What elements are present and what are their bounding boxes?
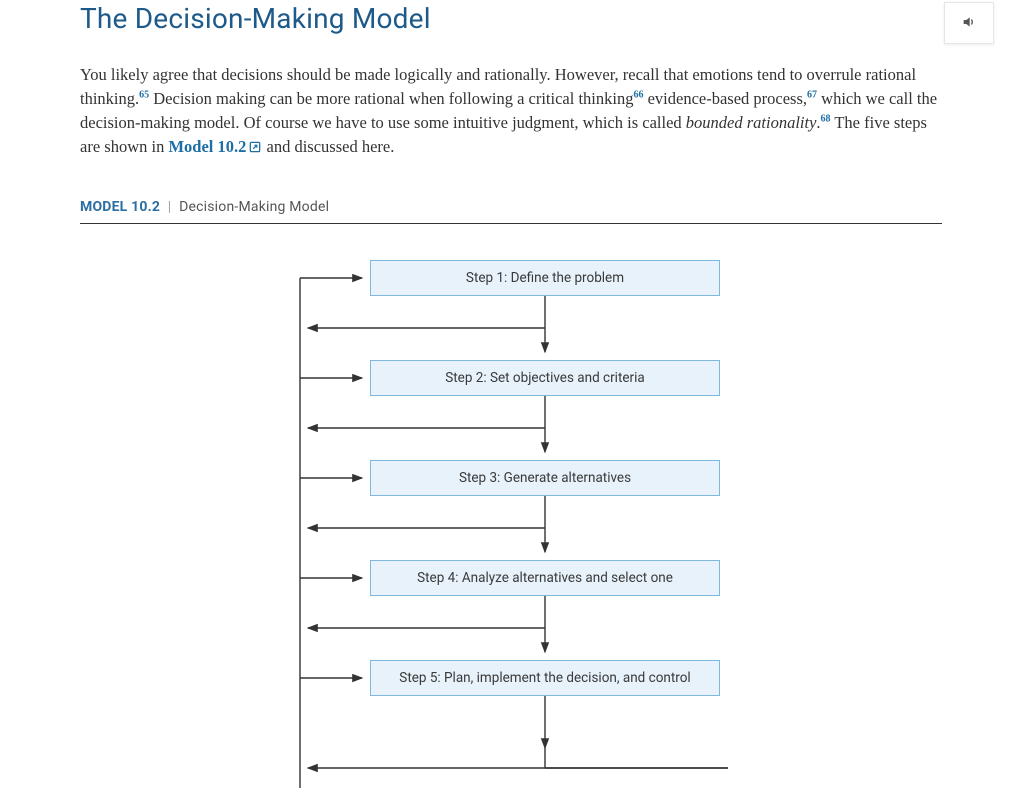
figure-label: MODEL 10.2 (80, 199, 160, 215)
footnote-ref-68[interactable]: 68 (821, 114, 831, 125)
decision-model-diagram: Step 1: Define the problem Step 2: Set o… (80, 250, 942, 810)
step-label: Step 5: Plan, implement the decision, an… (399, 670, 690, 686)
content-column: The Decision-Making Model You likely agr… (80, 0, 942, 810)
volume-icon (961, 14, 977, 33)
page-title: The Decision-Making Model (80, 2, 942, 35)
step-label: Step 1: Define the problem (466, 270, 624, 286)
step-label: Step 2: Set objectives and criteria (445, 370, 645, 386)
open-new-icon[interactable] (248, 137, 262, 161)
footnote-ref-67[interactable]: 67 (807, 90, 817, 101)
audio-button[interactable] (944, 2, 994, 44)
para-text: evidence-based process, (643, 89, 807, 108)
page: The Decision-Making Model You likely agr… (0, 0, 1024, 761)
step-box-2: Step 2: Set objectives and criteria (370, 360, 720, 396)
para-text: Decision making can be more rational whe… (149, 89, 633, 108)
model-link[interactable]: Model 10.2 (168, 137, 246, 156)
figure-separator: | (168, 199, 172, 215)
intro-paragraph: You likely agree that decisions should b… (80, 63, 940, 161)
para-text: and discussed here. (262, 137, 394, 156)
step-box-3: Step 3: Generate alternatives (370, 460, 720, 496)
step-box-4: Step 4: Analyze alternatives and select … (370, 560, 720, 596)
step-label: Step 4: Analyze alternatives and select … (417, 570, 673, 586)
diagram-connectors-svg (80, 250, 942, 810)
footnote-ref-66[interactable]: 66 (633, 90, 643, 101)
step-box-5: Step 5: Plan, implement the decision, an… (370, 660, 720, 696)
term-bounded-rationality: bounded rationality (686, 113, 817, 132)
step-label: Step 3: Generate alternatives (459, 470, 631, 486)
footnote-ref-65[interactable]: 65 (139, 90, 149, 101)
para-text: You (80, 65, 107, 84)
figure-rule (80, 223, 942, 224)
step-box-1: Step 1: Define the problem (370, 260, 720, 296)
figure-caption: MODEL 10.2 | Decision-Making Model (80, 199, 942, 215)
figure-title: Decision-Making Model (179, 199, 329, 215)
